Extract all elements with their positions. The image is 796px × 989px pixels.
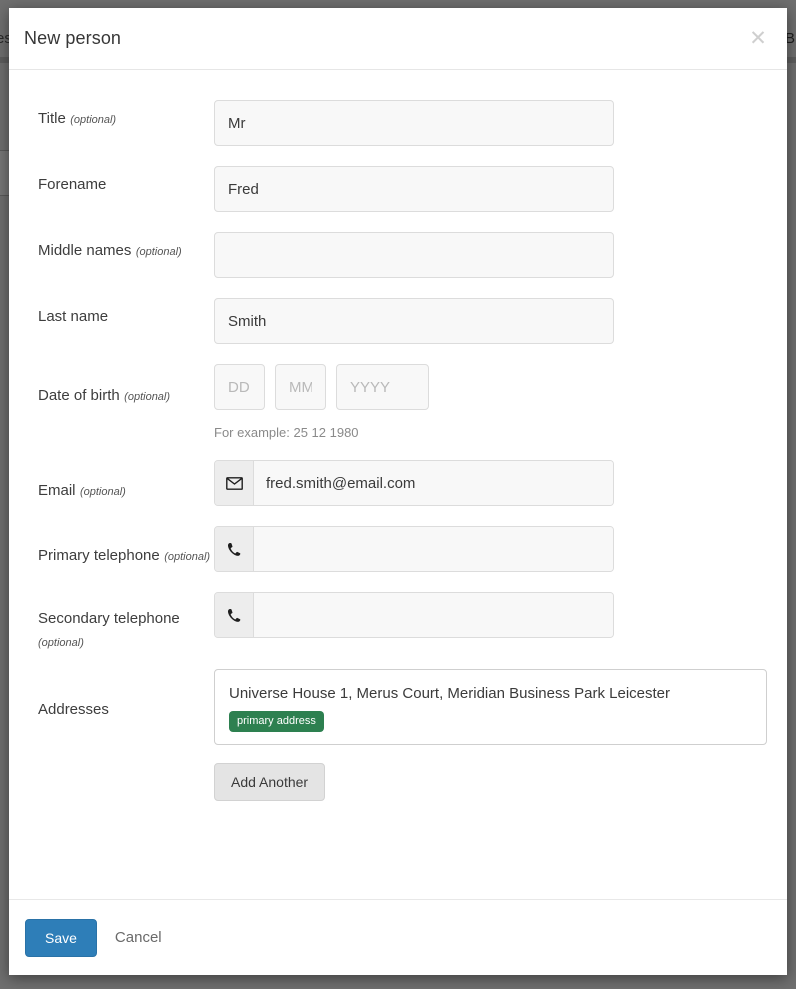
dialog-title: New person xyxy=(24,28,122,48)
field-primary-telephone-wrapper xyxy=(214,526,773,572)
label-last-name-wrapper: Last name xyxy=(27,298,214,327)
label-secondary-telephone-optional: (optional) xyxy=(38,637,84,649)
field-middle-names-wrapper xyxy=(214,232,773,278)
primary-telephone-input-group xyxy=(214,526,614,572)
label-email-wrapper: Email (optional) xyxy=(27,460,214,501)
middle-names-input[interactable] xyxy=(214,232,614,278)
date-of-birth-group xyxy=(214,364,773,410)
close-icon[interactable]: ✕ xyxy=(745,26,771,52)
form-row-addresses: Addresses Universe House 1, Merus Court,… xyxy=(27,669,773,801)
save-button[interactable]: Save xyxy=(25,918,97,957)
add-another-address-button[interactable]: Add Another xyxy=(214,763,326,801)
field-last-name-wrapper xyxy=(214,298,773,344)
title-input[interactable] xyxy=(214,100,614,146)
phone-icon xyxy=(215,593,254,637)
label-middle-names-optional: (optional) xyxy=(135,246,182,258)
form-row-title: Title (optional) xyxy=(27,100,773,146)
label-date-of-birth: Date of birth xyxy=(38,387,120,404)
field-title-wrapper xyxy=(214,100,773,146)
label-title-optional: (optional) xyxy=(70,114,117,126)
dialog-header: New person ✕ xyxy=(9,8,787,70)
label-date-of-birth-optional: (optional) xyxy=(124,391,171,403)
envelope-icon xyxy=(215,461,254,505)
field-secondary-telephone-wrapper xyxy=(214,592,773,638)
form-row-date-of-birth: Date of birth (optional) For example: 25… xyxy=(27,364,773,440)
label-middle-names: Middle names xyxy=(38,242,132,259)
primary-telephone-input[interactable] xyxy=(254,527,613,571)
label-secondary-telephone-wrapper: Secondary telephone (optional) xyxy=(27,592,214,649)
field-email-wrapper xyxy=(214,460,773,506)
forename-input[interactable] xyxy=(214,166,614,212)
label-date-of-birth-wrapper: Date of birth (optional) xyxy=(27,364,214,406)
form-row-primary-telephone: Primary telephone (optional) xyxy=(27,526,773,572)
dob-day-input[interactable] xyxy=(214,364,265,410)
dialog-body: Title (optional) Forename Middle names (… xyxy=(9,70,787,899)
label-primary-telephone: Primary telephone xyxy=(38,547,160,564)
field-forename-wrapper xyxy=(214,166,773,212)
label-forename: Forename xyxy=(38,176,107,193)
address-entry[interactable]: Universe House 1, Merus Court, Meridian … xyxy=(214,669,767,745)
email-input[interactable] xyxy=(254,461,613,505)
field-addresses-wrapper: Universe House 1, Merus Court, Meridian … xyxy=(214,669,773,801)
label-addresses-wrapper: Addresses xyxy=(27,669,214,720)
field-date-of-birth-wrapper: For example: 25 12 1980 xyxy=(214,364,773,440)
label-title: Title xyxy=(38,110,66,127)
email-input-group xyxy=(214,460,614,506)
form-row-forename: Forename xyxy=(27,166,773,212)
label-primary-telephone-optional: (optional) xyxy=(164,551,211,563)
secondary-telephone-input-group xyxy=(214,592,614,638)
dob-year-input[interactable] xyxy=(336,364,429,410)
phone-icon xyxy=(215,527,254,571)
form-row-email: Email (optional) xyxy=(27,460,773,506)
date-of-birth-hint: For example: 25 12 1980 xyxy=(214,425,359,440)
label-middle-names-wrapper: Middle names (optional) xyxy=(27,232,214,261)
last-name-input[interactable] xyxy=(214,298,614,344)
primary-address-badge: primary address xyxy=(229,711,324,732)
form-row-secondary-telephone: Secondary telephone (optional) xyxy=(27,592,773,649)
label-forename-wrapper: Forename xyxy=(27,166,214,195)
label-addresses: Addresses xyxy=(38,701,109,718)
address-text: Universe House 1, Merus Court, Meridian … xyxy=(229,685,671,702)
label-email-optional: (optional) xyxy=(79,486,126,498)
dialog-footer: Save Cancel xyxy=(9,899,787,975)
label-last-name: Last name xyxy=(38,308,109,325)
secondary-telephone-input[interactable] xyxy=(254,593,613,637)
new-person-dialog: New person ✕ Title (optional) Forename xyxy=(9,8,787,975)
dob-month-input[interactable] xyxy=(275,364,326,410)
cancel-button[interactable]: Cancel xyxy=(111,923,166,952)
form-row-middle-names: Middle names (optional) xyxy=(27,232,773,278)
form-row-last-name: Last name xyxy=(27,298,773,344)
label-email: Email xyxy=(38,482,76,499)
label-primary-telephone-wrapper: Primary telephone (optional) xyxy=(27,526,214,566)
label-secondary-telephone: Secondary telephone xyxy=(38,610,180,627)
label-title-wrapper: Title (optional) xyxy=(27,100,214,129)
